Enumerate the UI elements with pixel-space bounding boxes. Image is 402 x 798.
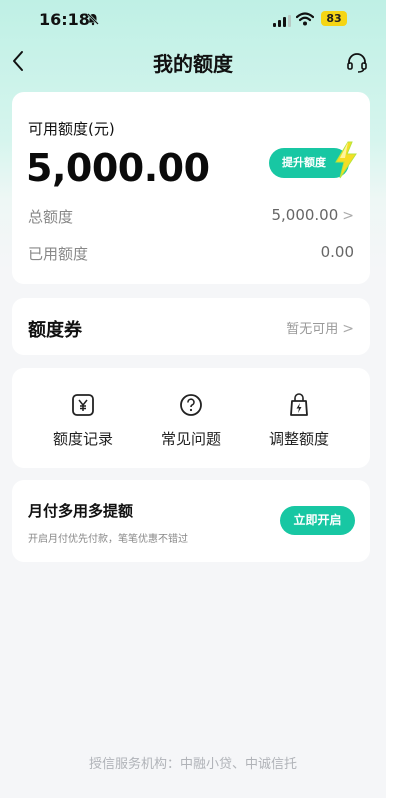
bell-muted-icon (86, 11, 100, 30)
yuan-icon (70, 392, 96, 418)
promo-subtitle: 开启月付优先付款，笔笔优惠不错过 (28, 534, 188, 545)
enable-now-button[interactable]: 立即开启 (280, 506, 355, 535)
bolt-bag-icon (286, 392, 312, 418)
status-time: 16:18 (39, 10, 90, 29)
used-quota-value: 0.00 (320, 243, 354, 261)
menu-label: 常见问题 (160, 430, 221, 448)
used-quota-label: 已用额度 (28, 245, 89, 263)
battery-indicator: 83 (321, 11, 347, 26)
lightning-icon (330, 140, 360, 184)
menu-adjust-quota[interactable]: 调整额度 (249, 392, 349, 449)
nav-bar: 我的额度 (0, 40, 386, 84)
menu-label: 调整额度 (268, 430, 329, 448)
chevron-right-icon: > (342, 208, 354, 224)
status-bar: 16:18 83 (0, 0, 386, 36)
menu-quota-record[interactable]: 额度记录 (33, 392, 133, 449)
screen: 16:18 83 我的额度 可用额度(元) 5,000.00 提升额度 总额度 … (0, 0, 386, 798)
headset-icon[interactable] (346, 51, 368, 77)
total-quota-row[interactable]: 5,000.00 > (271, 206, 354, 224)
monthly-pay-promo-card: 月付多用多提额 开启月付优先付款，笔笔优惠不错过 立即开启 (12, 480, 370, 562)
menu-label: 额度记录 (52, 430, 113, 448)
signal-icon (273, 12, 291, 31)
available-quota-amount: 5,000.00 (26, 146, 210, 190)
quick-menu-card: 额度记录 常见问题 调整额度 (12, 368, 370, 468)
available-quota-label: 可用额度(元) (28, 120, 115, 138)
wifi-icon (295, 11, 315, 30)
quota-coupon-card[interactable]: 额度券 暂无可用 > (12, 298, 370, 355)
chevron-right-icon: > (342, 321, 354, 337)
total-quota-value: 5,000.00 (271, 206, 339, 224)
coupon-status: 暂无可用 > (286, 318, 354, 337)
right-edge (386, 0, 402, 798)
page-title: 我的额度 (153, 52, 233, 76)
promo-title: 月付多用多提额 (28, 502, 134, 520)
question-icon (178, 392, 204, 418)
coupon-title: 额度券 (28, 320, 82, 341)
quota-card: 可用额度(元) 5,000.00 提升额度 总额度 5,000.00 > 已用额度… (12, 92, 370, 284)
total-quota-label: 总额度 (28, 208, 74, 226)
coupon-status-text: 暂无可用 (286, 322, 339, 337)
menu-faq[interactable]: 常见问题 (141, 392, 241, 449)
footer-institutions: 授信服务机构：中融小贷、中诚信托 (88, 757, 297, 772)
